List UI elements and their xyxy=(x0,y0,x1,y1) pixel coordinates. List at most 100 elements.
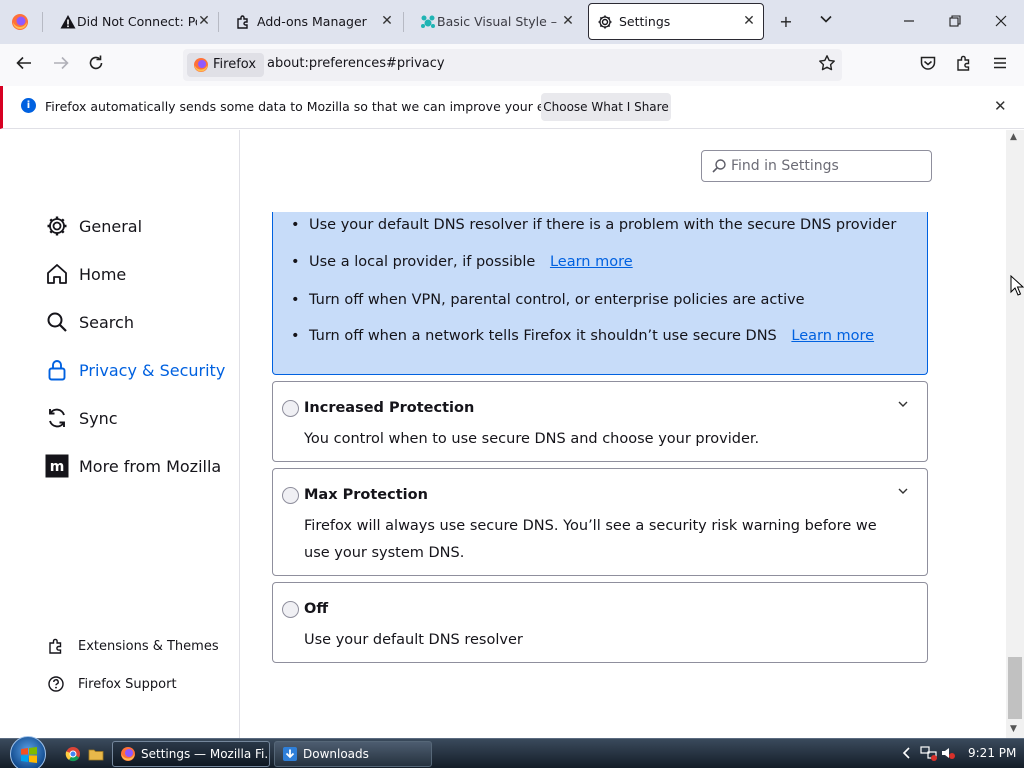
tab-separator xyxy=(218,12,219,32)
bullet-dot: • xyxy=(291,292,300,308)
default-protection-option: • Use your default DNS resolver if there… xyxy=(272,212,928,375)
choose-what-i-share-button[interactable]: Choose What I Share xyxy=(541,93,671,121)
increased-protection-option[interactable]: Increased Protection You control when to… xyxy=(272,381,928,462)
search-icon xyxy=(712,159,726,173)
taskbar-clock[interactable]: 9:21 PM xyxy=(968,746,1016,760)
close-notification-icon[interactable]: ✕ xyxy=(994,97,1007,115)
bullet-text: Turn off when a network tells Firefox it… xyxy=(309,328,777,344)
chrome-icon[interactable] xyxy=(65,746,81,762)
tab-addons-manager[interactable]: Add-ons Manager ✕ xyxy=(221,3,401,40)
url-bar[interactable]: Firefox about:preferences#privacy xyxy=(183,49,842,81)
menu-hamburger-icon[interactable] xyxy=(988,54,1012,76)
close-tab-icon[interactable]: ✕ xyxy=(560,13,576,29)
network-icon[interactable] xyxy=(920,745,938,761)
list-item: • Use a local provider, if possible Lear… xyxy=(291,254,633,270)
sidebar-footer-firefox-support[interactable]: Firefox Support xyxy=(47,674,177,694)
tab-separator xyxy=(403,12,404,32)
sidebar-item-search[interactable]: Search xyxy=(45,307,134,337)
settings-content: Find in Settings • Use your default DNS … xyxy=(241,130,1006,738)
sidebar-item-more-from-mozilla[interactable]: m More from Mozilla xyxy=(45,451,221,481)
chevron-down-icon[interactable] xyxy=(897,485,909,500)
identity-box[interactable]: Firefox xyxy=(187,53,265,77)
chevron-down-icon[interactable] xyxy=(897,398,909,413)
volume-muted-icon[interactable] xyxy=(940,745,956,761)
close-tab-icon[interactable]: ✕ xyxy=(379,13,395,29)
sync-icon xyxy=(49,408,65,428)
increased-protection-radio[interactable] xyxy=(282,400,299,417)
max-protection-radio[interactable] xyxy=(282,487,299,504)
close-tab-icon[interactable]: ✕ xyxy=(196,13,212,29)
identity-label: Firefox xyxy=(213,57,257,72)
scroll-down-arrow-icon[interactable]: ▼ xyxy=(1010,724,1017,734)
learn-more-link[interactable]: Learn more xyxy=(550,254,633,270)
url-text[interactable]: about:preferences#privacy xyxy=(267,56,445,71)
forward-icon[interactable] xyxy=(49,54,73,76)
firefox-view-icon[interactable] xyxy=(11,13,29,31)
close-tab-icon[interactable]: ✕ xyxy=(741,13,757,29)
mozilla-icon: m xyxy=(45,454,69,478)
bullet-text: Use a local provider, if possible xyxy=(309,254,536,270)
taskbar-button-label: Settings — Mozilla Fi... xyxy=(141,747,270,761)
sidebar-item-label: Privacy & Security xyxy=(79,360,226,380)
taskbar-button-label: Downloads xyxy=(303,747,369,761)
vertical-scrollbar[interactable]: ▲ ▼ xyxy=(1006,130,1024,738)
tab-did-not-connect[interactable]: Did Not Connect: Pote ✕ xyxy=(46,3,218,40)
search-icon xyxy=(47,312,67,332)
tab-separator xyxy=(42,12,43,32)
sidebar-item-label: Sync xyxy=(79,408,118,428)
scrollbar-thumb[interactable] xyxy=(1008,657,1022,719)
restore-icon[interactable] xyxy=(945,12,965,32)
option-description: Firefox will always use secure DNS. You’… xyxy=(304,518,877,561)
option-title: Increased Protection xyxy=(304,400,475,416)
close-window-icon[interactable] xyxy=(991,12,1011,32)
settings-sidebar: General Home Search Privacy & Security S… xyxy=(0,130,240,738)
folder-icon[interactable] xyxy=(88,746,104,762)
sidebar-item-label: Search xyxy=(79,312,134,332)
help-icon xyxy=(48,676,64,692)
new-tab-icon[interactable]: + xyxy=(776,12,796,32)
off-radio[interactable] xyxy=(282,601,299,618)
sidebar-item-sync[interactable]: Sync xyxy=(45,403,118,433)
download-arrow-icon xyxy=(283,747,297,761)
start-button[interactable] xyxy=(10,736,46,768)
show-hidden-icons-chevron-icon[interactable] xyxy=(902,746,912,760)
sidebar-footer-label: Extensions & Themes xyxy=(78,638,219,654)
sidebar-item-general[interactable]: General xyxy=(45,211,142,241)
extensions-puzzle-icon[interactable] xyxy=(952,54,976,76)
warning-icon xyxy=(60,15,76,29)
reload-icon[interactable] xyxy=(84,54,108,76)
sidebar-item-home[interactable]: Home xyxy=(45,259,126,289)
svg-text:m: m xyxy=(50,459,65,475)
sidebar-item-privacy-security[interactable]: Privacy & Security xyxy=(45,355,225,385)
tab-basic-visual-style[interactable]: Basic Visual Style – Get ✕ xyxy=(406,3,582,40)
tab-settings[interactable]: Settings ✕ xyxy=(588,3,764,40)
sidebar-item-label: Home xyxy=(79,264,127,284)
tab-title: Add-ons Manager xyxy=(257,14,367,29)
bookmark-star-icon[interactable] xyxy=(818,54,836,77)
off-option[interactable]: Off Use your default DNS resolver xyxy=(272,582,928,663)
tab-title: Settings xyxy=(619,14,671,29)
back-icon[interactable] xyxy=(12,54,36,76)
addon-paw-icon xyxy=(421,15,435,28)
bullet-dot: • xyxy=(291,217,300,233)
list-item: • Use your default DNS resolver if there… xyxy=(291,217,897,233)
max-protection-option[interactable]: Max Protection Firefox will always use s… xyxy=(272,468,928,576)
notification-text: Firefox automatically sends some data to… xyxy=(45,99,611,114)
sidebar-item-label: More from Mozilla xyxy=(79,456,222,476)
mouse-cursor-icon xyxy=(1010,275,1024,296)
find-in-settings-input[interactable]: Find in Settings xyxy=(701,150,932,182)
bullet-dot: • xyxy=(291,254,300,270)
option-description: Use your default DNS resolver xyxy=(304,632,523,648)
taskbar-button-downloads[interactable]: Downloads xyxy=(274,741,432,767)
pocket-icon[interactable] xyxy=(916,54,940,76)
option-title: Max Protection xyxy=(304,487,428,503)
minimize-icon[interactable] xyxy=(899,12,919,32)
sidebar-footer-extensions-themes[interactable]: Extensions & Themes xyxy=(47,636,219,656)
data-reporting-notification: i Firefox automatically sends some data … xyxy=(0,86,1024,129)
scroll-up-arrow-icon[interactable]: ▲ xyxy=(1010,132,1017,142)
bullet-dot: • xyxy=(291,328,300,344)
taskbar-button-settings[interactable]: Settings — Mozilla Fi... xyxy=(112,741,270,767)
list-all-tabs-icon[interactable] xyxy=(816,12,836,32)
learn-more-link[interactable]: Learn more xyxy=(791,328,874,344)
bullet-text: Use your default DNS resolver if there i… xyxy=(309,217,897,233)
